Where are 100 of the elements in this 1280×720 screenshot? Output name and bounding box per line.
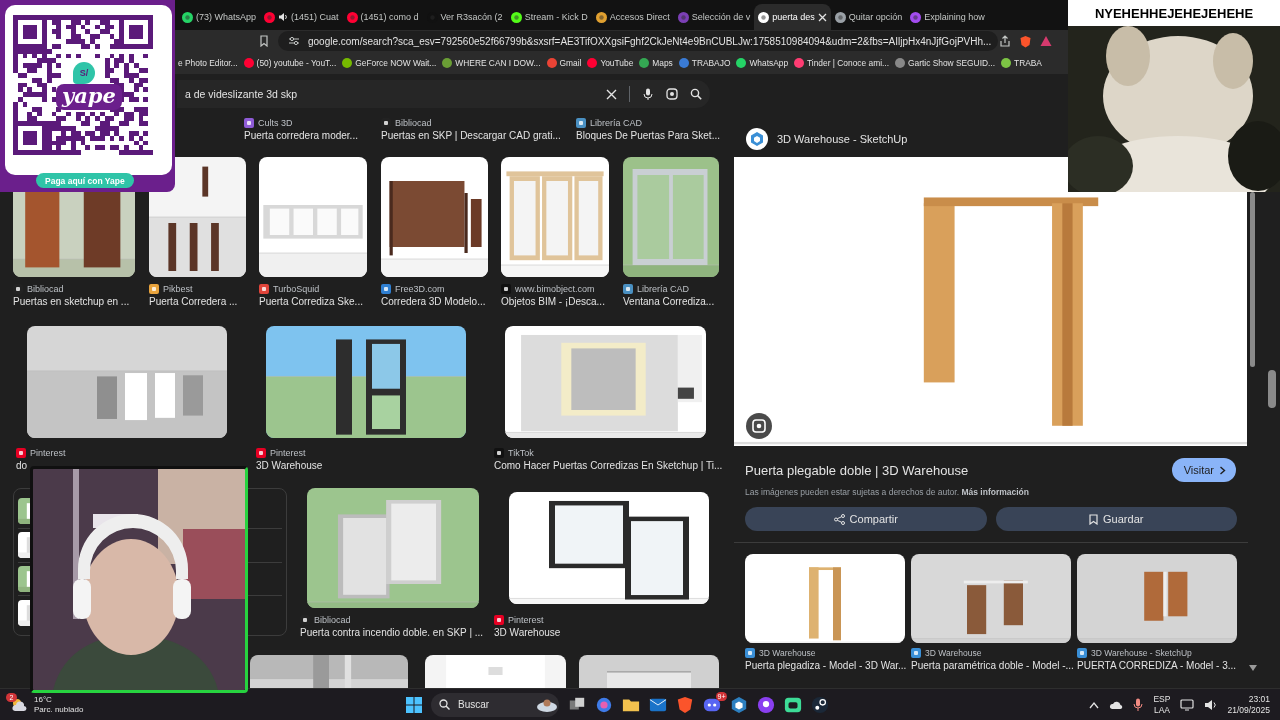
site-icon bbox=[381, 283, 391, 294]
site-icon bbox=[595, 11, 607, 23]
search-icon[interactable] bbox=[690, 88, 702, 100]
result-title-link[interactable]: Puertas en sketchup en ... bbox=[13, 295, 130, 309]
source-label: Librería CAD bbox=[637, 283, 690, 294]
triangle-icon[interactable] bbox=[1040, 35, 1053, 47]
search-field[interactable]: a de videslizante 3d skp bbox=[177, 80, 710, 108]
camera-lens-icon[interactable] bbox=[666, 88, 678, 100]
browser-tab[interactable]: (73) WhatsApp bbox=[178, 4, 261, 30]
result-title-link[interactable]: Bloques De Puertas Para Sket... bbox=[576, 129, 720, 143]
bookmark-link[interactable]: WHERE CAN I DOW... bbox=[442, 58, 541, 68]
browser-tab[interactable]: (1451) como d bbox=[342, 4, 423, 30]
bookmark-link[interactable]: Tinder | Conoce ami... bbox=[794, 58, 889, 68]
result-title-link[interactable]: do bbox=[16, 459, 28, 473]
result-title-link[interactable]: PUERTA CORREDIZA - Model - 3... bbox=[1077, 659, 1237, 673]
result-title-link[interactable]: Puerta paramétrica doble - Model -... bbox=[911, 659, 1071, 673]
share-button[interactable]: Compartir bbox=[745, 507, 987, 531]
site-icon bbox=[745, 648, 755, 658]
lens-search-icon[interactable] bbox=[746, 413, 772, 439]
close-icon[interactable] bbox=[817, 12, 827, 22]
tune-icon[interactable] bbox=[288, 35, 300, 47]
source-label: Bibliocad bbox=[395, 117, 432, 128]
browser-tab[interactable]: Selección de v bbox=[673, 4, 755, 30]
result-title-link[interactable]: Puerta Corredera ... bbox=[149, 295, 238, 309]
more-info-link[interactable]: Más información bbox=[961, 487, 1029, 497]
bookmark-icon[interactable] bbox=[258, 35, 270, 47]
robot-icon[interactable] bbox=[784, 695, 802, 714]
source-label: Librería CAD bbox=[590, 117, 643, 128]
bookmark-link[interactable]: YouTube bbox=[587, 58, 634, 68]
result-title-link[interactable]: Puertas en SKP | Descargar CAD grati... bbox=[381, 129, 561, 143]
site-icon bbox=[342, 58, 353, 68]
scroll-down-arrow-icon[interactable] bbox=[1249, 665, 1257, 671]
bookmark-link[interactable]: TRABA bbox=[1001, 58, 1042, 68]
speaker-icon[interactable] bbox=[1204, 698, 1218, 711]
cloud-icon[interactable] bbox=[1109, 699, 1124, 710]
microphone-icon[interactable] bbox=[642, 88, 654, 100]
source-label: 3D Warehouse bbox=[759, 648, 816, 658]
bookmark-link[interactable]: e Photo Editor... bbox=[178, 58, 238, 68]
site-icon bbox=[576, 117, 586, 128]
swirl-icon[interactable] bbox=[595, 695, 613, 714]
hexagon-logo-icon[interactable] bbox=[746, 127, 768, 150]
source-label: 3D Warehouse - SketchUp bbox=[1091, 648, 1192, 658]
result-title-link[interactable]: Como Hacer Puertas Corredizas En Sketchup | Ti... bbox=[494, 459, 723, 473]
result-title-link[interactable]: Puerta corredera moder... bbox=[244, 129, 358, 143]
browser-tab[interactable]: Quitar opción bbox=[830, 4, 907, 30]
cloudy-sun-icon[interactable] bbox=[10, 696, 28, 713]
site-icon bbox=[442, 58, 453, 68]
browser-tab[interactable]: Explaining how bbox=[906, 4, 989, 30]
brand-logo: yape bbox=[56, 84, 122, 110]
window-logo-icon[interactable] bbox=[406, 696, 422, 713]
circle-app-icon[interactable] bbox=[757, 695, 775, 714]
source-label: Pinterest bbox=[30, 447, 66, 458]
source-label: Pinterest bbox=[270, 447, 306, 458]
save-button[interactable]: Guardar bbox=[995, 507, 1237, 531]
result-title-link[interactable]: Puerta Corrediza Ske... bbox=[259, 295, 363, 309]
bookmark-link[interactable]: TRABAJO bbox=[678, 58, 731, 68]
browser-tab[interactable]: Ver R3sacón (2 bbox=[422, 4, 507, 30]
taskbar-search-field[interactable]: Buscar bbox=[456, 698, 530, 711]
speaker-icon[interactable] bbox=[278, 12, 289, 22]
bookmark-icon bbox=[1089, 513, 1099, 525]
chevron-right-icon bbox=[1219, 465, 1226, 475]
browser-tab[interactable]: puerta des bbox=[754, 4, 831, 30]
site-icon bbox=[16, 447, 26, 458]
result-title-link[interactable]: Puerta contra incendio doble. en SKP | ... bbox=[300, 626, 484, 640]
shield-icon[interactable] bbox=[676, 695, 694, 714]
result-title-link[interactable]: 3D Warehouse bbox=[256, 459, 323, 473]
result-title-link[interactable]: 3D Warehouse bbox=[494, 626, 561, 640]
shield-icon[interactable] bbox=[1019, 34, 1033, 48]
close-icon[interactable] bbox=[606, 88, 617, 100]
scrollbar-thumb[interactable] bbox=[1250, 192, 1255, 367]
cube-icon[interactable] bbox=[730, 695, 748, 714]
result-title-link[interactable]: Corredera 3D Modelo... bbox=[381, 295, 486, 309]
site-icon bbox=[1077, 648, 1087, 658]
monitor-icon[interactable] bbox=[1180, 698, 1195, 711]
bookmark-link[interactable]: Maps bbox=[639, 58, 673, 68]
search-box[interactable]: Buscar bbox=[431, 692, 559, 717]
bookmark-link[interactable]: Gmail bbox=[546, 58, 582, 68]
bookmark-link[interactable]: WhatsApp bbox=[736, 58, 789, 68]
browser-tab[interactable]: Stream - Kick D bbox=[506, 4, 592, 30]
cloud-illustration-icon bbox=[536, 697, 558, 712]
share-icon[interactable] bbox=[999, 35, 1012, 47]
steam-icon[interactable] bbox=[811, 695, 829, 714]
browser-tab[interactable]: (1451) Cuat bbox=[260, 4, 343, 30]
source-label: Free3D.com bbox=[395, 283, 445, 294]
input-language-indicator[interactable]: ESP LAA bbox=[1153, 693, 1171, 716]
source-label: Pikbest bbox=[163, 283, 193, 294]
site-icon bbox=[494, 614, 504, 625]
chevron-up-icon[interactable] bbox=[1089, 700, 1100, 709]
scrollbar-thumb[interactable] bbox=[1268, 370, 1276, 408]
bookmark-link[interactable]: (50) youtube - YouT... bbox=[243, 58, 337, 68]
bookmark-link[interactable]: GeForce NOW Wait... bbox=[342, 58, 437, 68]
result-title-link[interactable]: Objetos BIM - ¡Desca... bbox=[501, 295, 605, 309]
browser-tab[interactable]: Accesos Direct bbox=[591, 4, 674, 30]
visit-button[interactable]: Visitar bbox=[1171, 458, 1236, 482]
microphone-icon[interactable] bbox=[1133, 698, 1144, 711]
result-title-link[interactable]: Puerta plegadiza - Model - 3D War... bbox=[745, 659, 905, 673]
bookmark-link[interactable]: Gartic Show SEGUID... bbox=[895, 58, 995, 68]
result-title-link[interactable]: Ventana Corrediza... bbox=[623, 295, 715, 309]
clock[interactable]: 23:01 21/09/2025 bbox=[1227, 693, 1270, 716]
search-icon bbox=[439, 699, 450, 710]
